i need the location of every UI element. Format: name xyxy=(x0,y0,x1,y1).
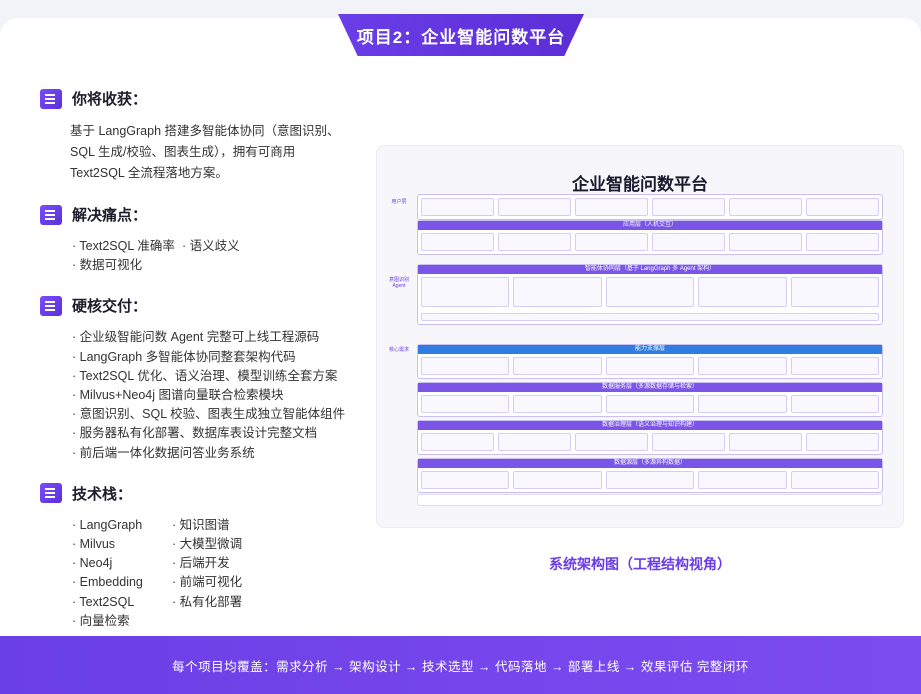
agent-layer: 智能体协同层（基于 LangGraph 多 Agent 架构） xyxy=(417,264,883,325)
pain-section: 解决痛点： Text2SQL 准确率 语义歧义 数据可视化 xyxy=(40,204,360,275)
list-item: Text2SQL 准确率 xyxy=(72,237,182,256)
layer-label: 智能体协同层（基于 LangGraph 多 Agent 架构） xyxy=(418,265,882,274)
list-item: 私有化部署 xyxy=(172,593,292,612)
footer-banner: 每个项目均覆盖：需求分析 → 架构设计 → 技术选型 → 代码落地 → 部署上线… xyxy=(0,636,921,694)
data-service-layer: 数据服务层（多源数据存储与检索） xyxy=(417,382,883,417)
gain-section: 你将收获： 基于 LangGraph 搭建多智能体协同（意图识别、SQL 生成/… xyxy=(40,88,360,184)
list-item: 后端开发 xyxy=(172,554,292,573)
layer-label: 数据治理层（语义治理与知识构建） xyxy=(418,421,882,430)
layer-label: 数据服务层（多源数据存储与检索） xyxy=(418,383,882,392)
layer-label: 应用层（人机交互） xyxy=(418,221,882,230)
gain-icon xyxy=(40,88,62,109)
list-item: Milvus xyxy=(72,535,172,554)
list-item: 服务器私有化部署、数据库表设计完整文档 xyxy=(72,424,360,443)
deliver-list: 企业级智能问数 Agent 完整可上线工程源码 LangGraph 多智能体协同… xyxy=(40,328,360,462)
list-item: LangGraph xyxy=(72,516,172,535)
capability-layer: 能力支撑层 xyxy=(417,344,883,379)
list-item: 数据可视化 xyxy=(72,256,182,275)
source-layer: 数据源层（多源异构数据） xyxy=(417,458,883,493)
list-item: 意图识别、SQL 校验、图表生成独立智能体组件 xyxy=(72,405,360,424)
pain-list: Text2SQL 准确率 语义歧义 数据可视化 xyxy=(40,237,360,275)
list-item: 大模型微调 xyxy=(172,535,292,554)
app-layer: 应用层（人机交互） xyxy=(417,220,883,255)
diagram-title: 企业智能问数平台 xyxy=(572,175,708,194)
project-title: 项目2：企业智能问数平台 xyxy=(338,14,584,56)
stack-title: 技术栈： xyxy=(72,485,133,503)
stack-section: 技术栈： LangGraph 知识图谱 Milvus 大模型微调 Neo4j 后… xyxy=(40,483,360,631)
list-item: Milvus+Neo4j 图谱向量联合检索模块 xyxy=(72,386,360,405)
stack-icon xyxy=(40,483,62,504)
pain-icon xyxy=(40,204,62,225)
list-item: Embedding xyxy=(72,573,172,592)
deliver-section: 硬核交付： 企业级智能问数 Agent 完整可上线工程源码 LangGraph … xyxy=(40,295,360,462)
gain-text: 基于 LangGraph 搭建多智能体协同（意图识别、SQL 生成/校验、图表生… xyxy=(70,124,340,180)
side-label-intent: 意图识别 Agent xyxy=(388,277,409,289)
list-item: 知识图谱 xyxy=(172,516,292,535)
user-row xyxy=(417,194,883,220)
list-item: 企业级智能问数 Agent 完整可上线工程源码 xyxy=(72,328,360,347)
side-label-user: 用户层 xyxy=(391,199,407,205)
pain-title: 解决痛点： xyxy=(72,207,148,224)
list-item: LangGraph 多智能体协同整套架构代码 xyxy=(72,348,360,367)
diagram-caption: 系统架构图（工程结构视角） xyxy=(549,556,731,572)
deliver-icon xyxy=(40,295,62,316)
list-item: 前端可视化 xyxy=(172,573,292,592)
list-item: Neo4j xyxy=(72,554,172,573)
layer-label: 数据源层（多源异构数据） xyxy=(418,459,882,468)
deliver-title: 硬核交付： xyxy=(72,298,148,316)
list-item: Text2SQL 优化、语义治理、模型训练全套方案 xyxy=(72,367,360,386)
list-item: Text2SQL xyxy=(72,593,172,612)
side-label-core: 核心需求 xyxy=(388,347,409,353)
architecture-diagram: 企业智能问数平台 用户层 意图识别 Agent 核心需求 应用层（人机交互） 智… xyxy=(376,145,904,528)
list-item: 向量检索 xyxy=(72,612,172,631)
stack-list: LangGraph 知识图谱 Milvus 大模型微调 Neo4j 后端开发 E… xyxy=(40,516,360,631)
list-item: 前后端一体化数据问答业务系统 xyxy=(72,444,360,463)
layer-label: 能力支撑层 xyxy=(418,345,882,354)
core-feature-row xyxy=(417,494,883,506)
gain-title: 你将收获： xyxy=(72,91,148,108)
governance-layer: 数据治理层（语义治理与知识构建） xyxy=(417,420,883,455)
list-item: 语义歧义 xyxy=(182,237,302,256)
left-column: 你将收获： 基于 LangGraph 搭建多智能体协同（意图识别、SQL 生成/… xyxy=(40,88,360,651)
